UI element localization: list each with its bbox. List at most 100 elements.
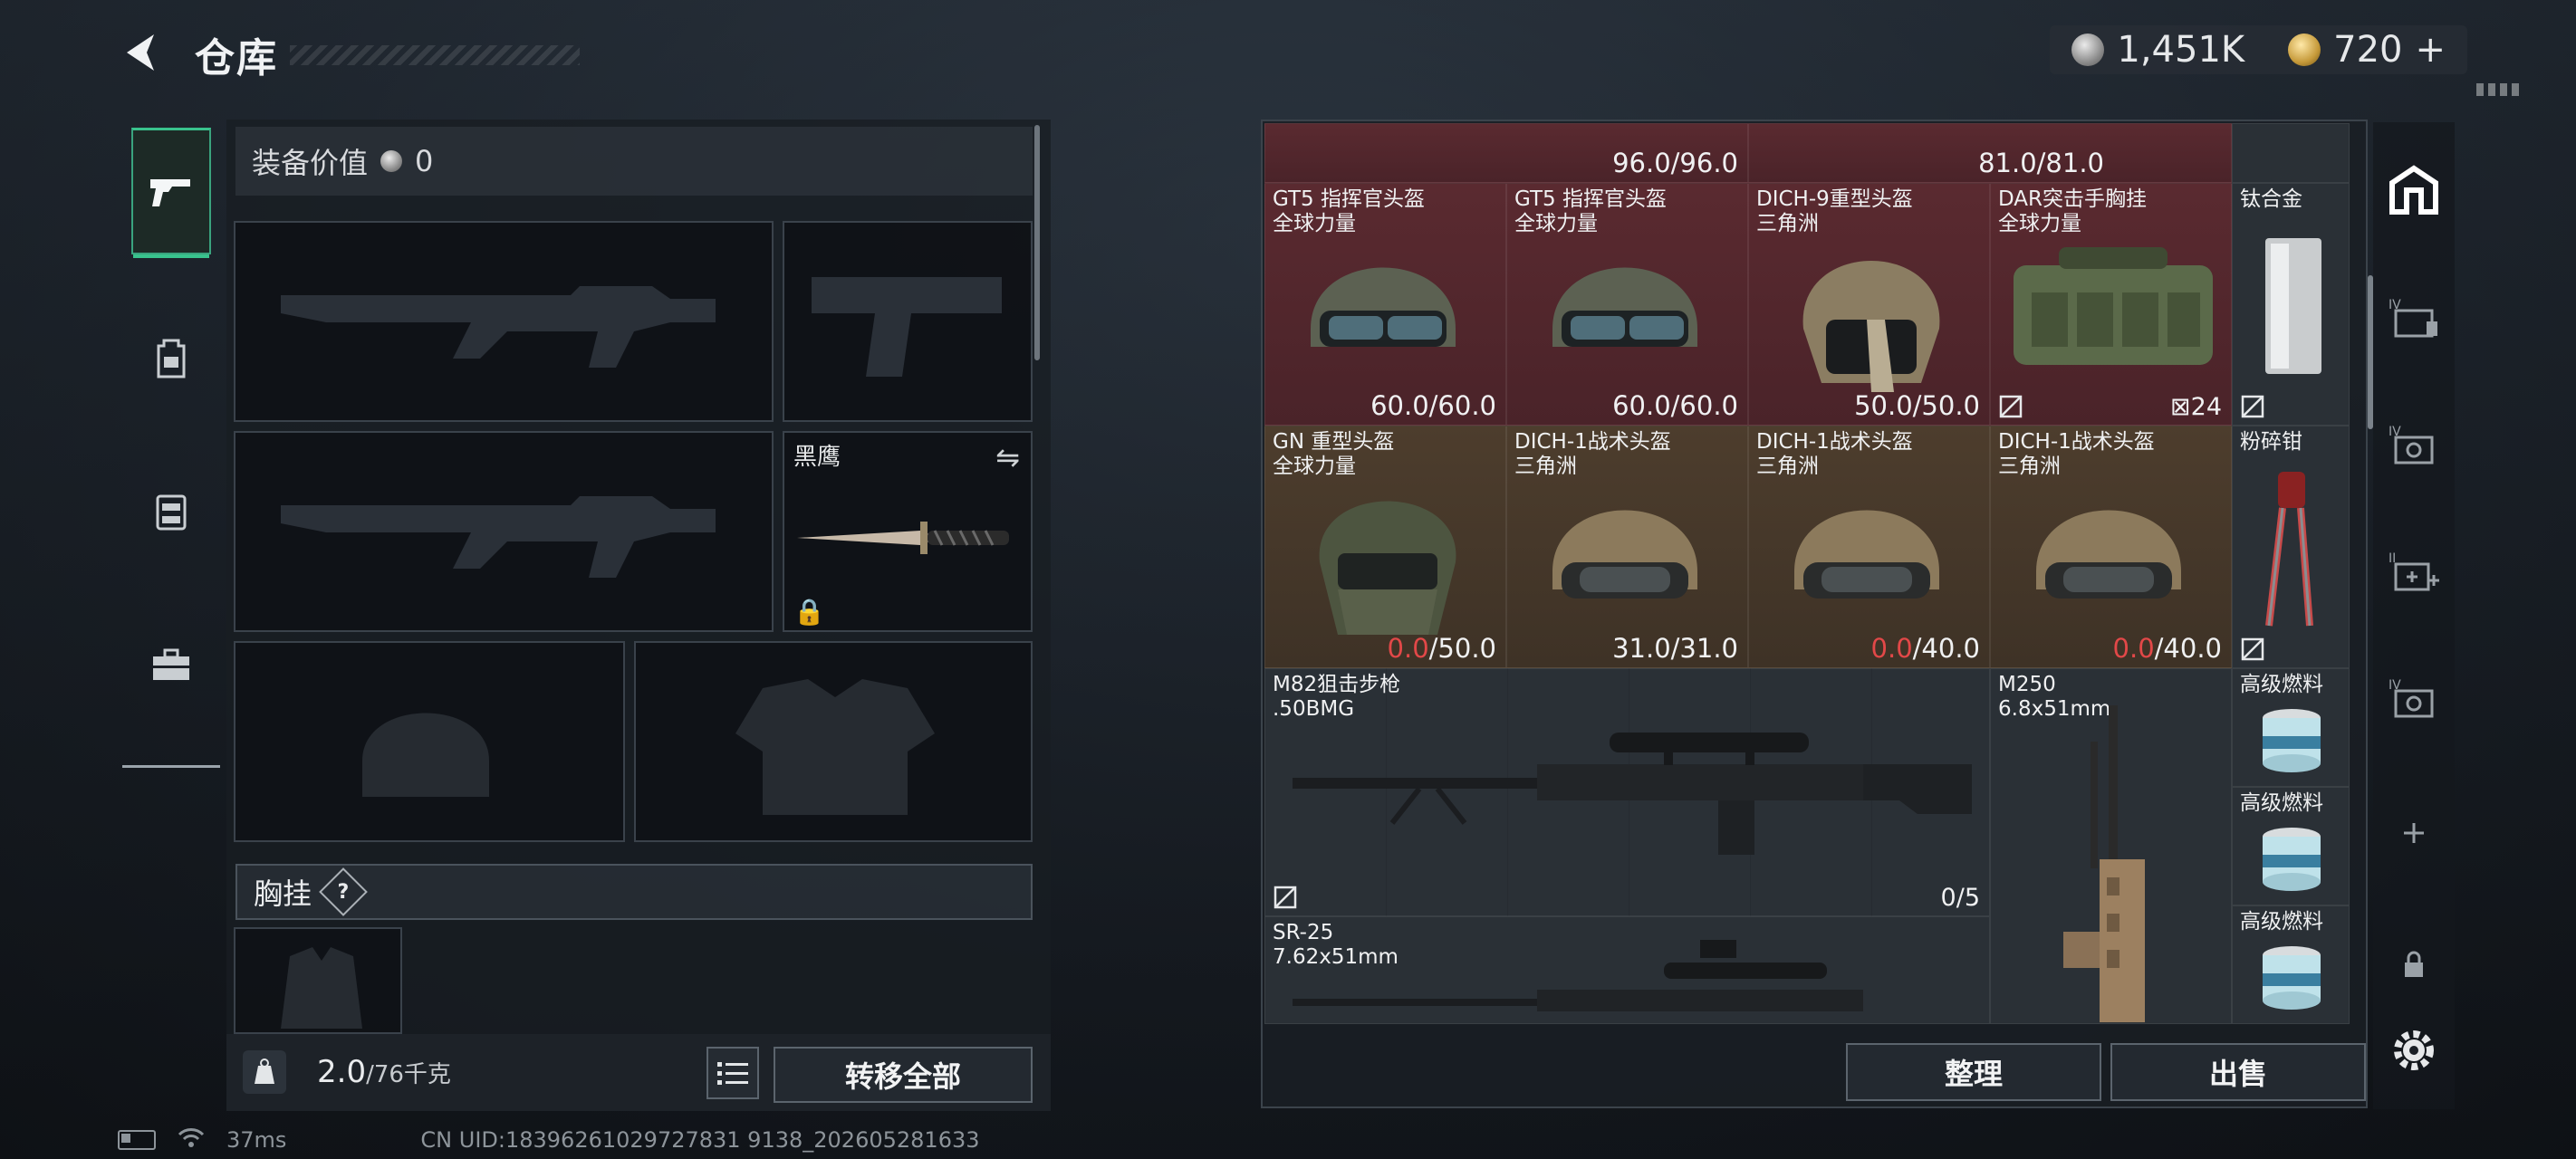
inventory-item[interactable]: M250 6.8x51mm	[1990, 668, 2232, 1024]
weight-current: 2.0	[317, 1054, 367, 1090]
helmet-icon	[1552, 510, 1697, 599]
no-trade-icon	[2241, 395, 2264, 418]
silver-coin-icon	[380, 150, 403, 172]
inventory-item[interactable]: DAR突击手胸挂 全球力量 ⊠24	[1990, 183, 2232, 426]
loadout-bottom-bar: 2.0/76千克 转移全部	[226, 1034, 1051, 1111]
loadout-scrollbar[interactable]	[1034, 125, 1040, 360]
machine-gun-icon	[2063, 705, 2145, 1022]
inventory-item[interactable]: GT5 指挥官头盔 全球力量 60.0/60.0	[1506, 183, 1748, 426]
knife-icon	[797, 522, 1009, 554]
container-tab-4[interactable]: IV	[2373, 652, 2455, 742]
inventory-item[interactable]: M82狙击步枪 .50BMG 0/5	[1264, 668, 1990, 916]
inventory-item[interactable]: DICH-9重型头盔 三角洲 50.0/50.0	[1748, 183, 1990, 426]
container-tab-3[interactable]: II	[2373, 525, 2455, 616]
pistol-slot[interactable]	[783, 221, 1033, 422]
menu-decoration	[2476, 83, 2522, 96]
item-name: 高级燃料	[2240, 673, 2323, 696]
fuel-can-icon	[2263, 946, 2321, 1010]
primary-weapon-slot[interactable]	[234, 221, 774, 422]
inventory-item[interactable]: DICH-1战术头盔 三角洲 31.0/31.0	[1506, 426, 1748, 668]
container-tab-2[interactable]: IV	[2373, 398, 2455, 489]
inventory-item[interactable]: 高级燃料	[2232, 668, 2350, 787]
inventory-item[interactable]: 钛合金	[2232, 183, 2350, 426]
back-arrow-icon[interactable]	[118, 27, 168, 78]
container-iv3-icon: IV	[2389, 678, 2434, 718]
lock-icon	[2405, 951, 2423, 977]
warehouse-grid: 96.0/96.0 81.0/81.0 GT5 指挥官头盔 全球力量 60.0/6…	[1264, 123, 2350, 1024]
item-durability: 96.0/96.0	[1612, 148, 1738, 178]
no-trade-icon	[1999, 395, 2023, 418]
help-icon[interactable]: ?	[319, 867, 368, 916]
nav-backpack[interactable]	[131, 294, 211, 421]
add-container-button[interactable]	[2373, 788, 2455, 878]
helmet-icon	[2036, 510, 2181, 599]
top-bar: 仓库 1,451K 720 +	[0, 0, 2576, 109]
toolbox-icon	[153, 648, 189, 680]
rifle-silhouette-icon	[281, 286, 716, 368]
loadout-panel: 装备价值 0 黑鹰 ⇋ 🔒 胸挂 ? 2.0/76千克 转移全部	[226, 120, 1051, 1111]
item-name: 粉碎钳	[2240, 430, 2302, 454]
vest-icon	[156, 494, 187, 531]
partial-item-cell[interactable]: 96.0/96.0	[1264, 123, 1748, 183]
helmet-slot[interactable]	[234, 641, 625, 842]
inventory-item[interactable]: 高级燃料	[2232, 905, 2350, 1024]
list-view-button[interactable]	[706, 1047, 759, 1099]
inventory-item[interactable]: GT5 指挥官头盔 全球力量 60.0/60.0	[1264, 183, 1506, 426]
partial-item-cell[interactable]: 81.0/81.0	[1748, 123, 2232, 183]
bolt-cutter-icon	[2265, 472, 2313, 627]
melee-slot[interactable]: 黑鹰 ⇋ 🔒	[783, 431, 1033, 632]
helmet-silhouette-icon	[362, 713, 489, 797]
ping-readout: 37ms	[226, 1127, 287, 1153]
equipment-value-label: 装备价值	[252, 146, 369, 180]
nav-weapons[interactable]	[131, 128, 211, 258]
left-category-nav	[122, 122, 220, 768]
helmet-icon	[1794, 510, 1939, 599]
item-durability: 0.0/50.0	[1387, 633, 1496, 664]
item-durability: 60.0/60.0	[1370, 390, 1496, 421]
item-durability: 81.0/81.0	[1978, 148, 2104, 178]
secondary-weapon-slot[interactable]	[234, 431, 774, 632]
swap-icon[interactable]: ⇋	[995, 440, 1020, 474]
nav-tools[interactable]	[131, 602, 211, 729]
container-ii-icon: II	[2389, 551, 2439, 591]
storage-home-tab[interactable]	[2373, 145, 2455, 235]
gold-plus[interactable]: +	[2415, 29, 2446, 71]
gear-icon	[2394, 1030, 2434, 1070]
fuel-can-icon	[2263, 709, 2321, 772]
silver-coin-icon	[2071, 34, 2105, 66]
inventory-item[interactable]: SR-25 7.62x51mm	[1264, 916, 1990, 1024]
nav-vest[interactable]	[131, 448, 211, 575]
armor-silhouette-icon	[735, 679, 935, 815]
container-iv2-icon: IV	[2389, 425, 2434, 465]
settings-button[interactable]	[2373, 1005, 2455, 1096]
transfer-all-button[interactable]: 转移全部	[774, 1047, 1033, 1103]
locked-container-slot[interactable]	[2373, 919, 2455, 1010]
currency-display[interactable]: 1,451K 720 +	[2050, 25, 2467, 74]
inventory-item[interactable]: 粉碎钳	[2232, 426, 2350, 668]
item-name: 高级燃料	[2240, 791, 2323, 815]
sell-button[interactable]: 出售	[2110, 1043, 2366, 1101]
inventory-item[interactable]: GN 重型头盔 全球力量 0.0/50.0	[1264, 426, 1506, 668]
melee-label: 黑鹰	[793, 444, 841, 471]
container-tab-1[interactable]: IV	[2373, 272, 2455, 362]
warehouse-actions: 整理 出售	[1261, 1025, 2368, 1108]
sort-button[interactable]: 整理	[1846, 1043, 2101, 1101]
fuel-can-icon	[2263, 828, 2321, 891]
armor-slot[interactable]	[634, 641, 1033, 842]
item-durability: 31.0/31.0	[1612, 633, 1738, 664]
item-durability: 60.0/60.0	[1612, 390, 1738, 421]
silver-amount: 1,451K	[2117, 29, 2245, 71]
inventory-item[interactable]: 高级燃料	[2232, 787, 2350, 905]
gold-amount: 720	[2333, 29, 2403, 71]
pistol-icon	[150, 178, 190, 206]
ammo-count: 0/5	[1940, 884, 1980, 912]
chest-rig-slot[interactable]	[234, 927, 402, 1034]
wifi-icon	[178, 1127, 205, 1153]
helmet-icon	[1319, 501, 1456, 635]
no-trade-icon	[2241, 637, 2264, 661]
inventory-item[interactable]: DICH-1战术头盔 三角洲 0.0/40.0	[1748, 426, 1990, 668]
inventory-item[interactable]: DICH-1战术头盔 三角洲 0.0/40.0	[1990, 426, 2232, 668]
partial-item-cell[interactable]	[2232, 123, 2350, 183]
battery-icon	[118, 1130, 156, 1150]
chest-rig-label: 胸挂	[254, 876, 312, 911]
